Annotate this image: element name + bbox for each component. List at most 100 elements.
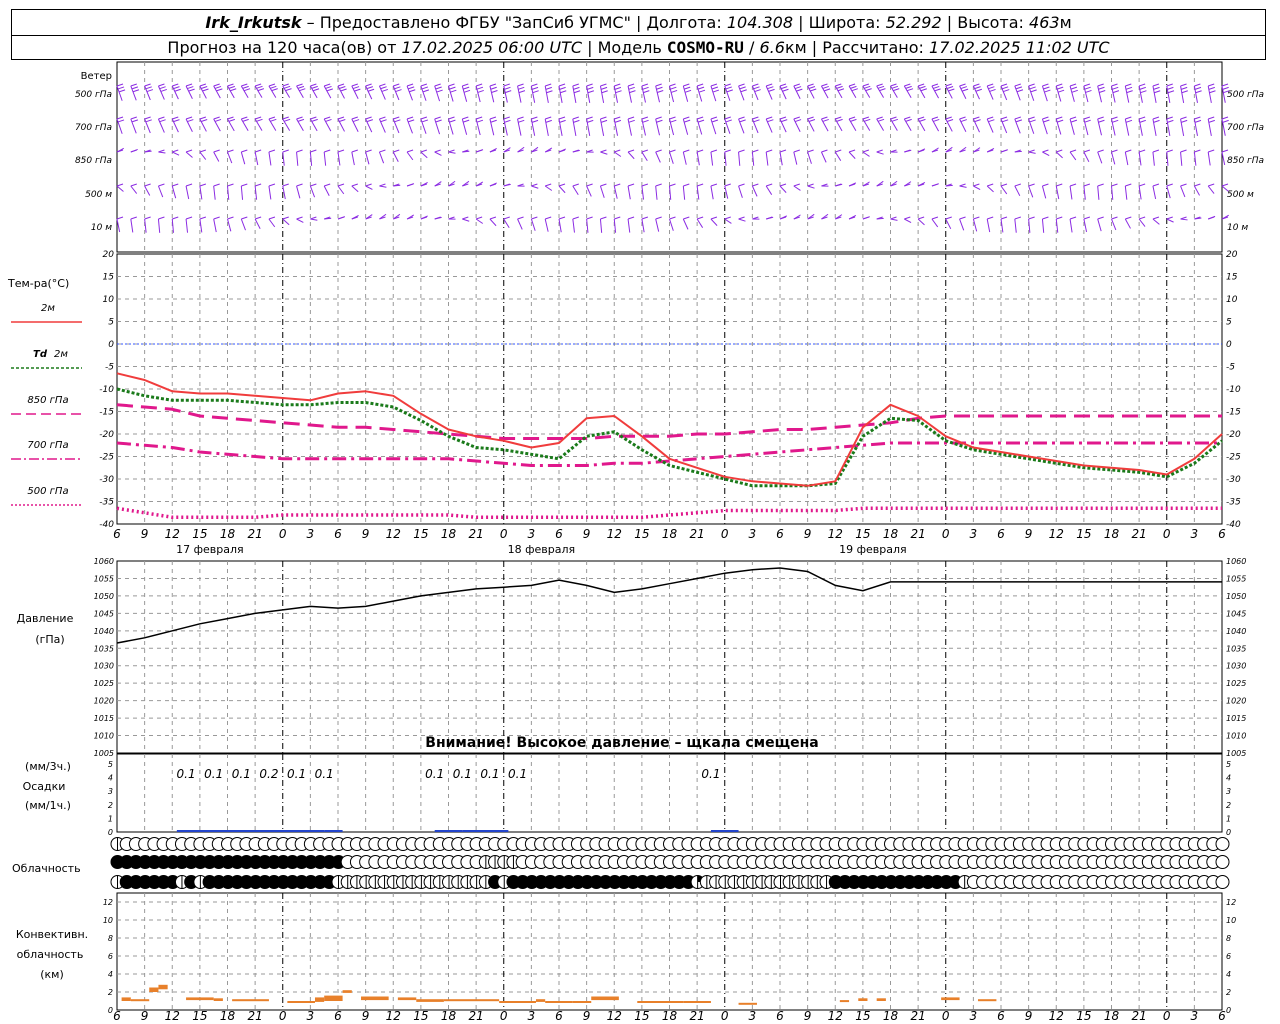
- precip-title: Осадки: [23, 780, 66, 793]
- wind-barb: [724, 151, 727, 166]
- wind-barb-flag: [185, 149, 193, 153]
- temperature-title: Тем-ра(°C): [7, 277, 69, 290]
- x-tick-label: 21: [468, 1009, 483, 1023]
- wind-barb-flag: [254, 183, 262, 187]
- wind-barb-flag: [600, 86, 608, 90]
- wind-barb-flag: [268, 83, 276, 87]
- wind-barb-flag: [1000, 183, 1008, 187]
- wind-barb-flag: [710, 83, 718, 87]
- wind-barb-flag: [1056, 149, 1063, 153]
- y-tick-label-left: 1045: [94, 609, 114, 618]
- wind-barb-flag: [793, 116, 800, 120]
- conv-cloud-bar: [121, 997, 131, 1001]
- wind-barb-flag: [282, 216, 289, 220]
- wind-barb-flag: [144, 216, 151, 220]
- wind-barb-flag: [503, 83, 510, 87]
- wind-barb-flag: [641, 149, 649, 153]
- y-tick-label-right: -10: [1226, 385, 1241, 395]
- wind-barb-flag: [1069, 149, 1077, 153]
- wind-barb-flag: [629, 90, 636, 94]
- pressure-unit: (гПа): [35, 633, 64, 646]
- wind-barb-flag: [1069, 183, 1077, 187]
- wind-barb-flag: [865, 88, 872, 92]
- conv-cloud-bar: [314, 997, 325, 1002]
- conv-cloud-bar: [683, 1001, 711, 1003]
- wind-barb-flag: [890, 83, 897, 87]
- wind-barb-flag: [864, 118, 871, 122]
- wind-barb: [240, 185, 244, 200]
- wind-barb-flag: [1028, 83, 1035, 87]
- wind-barb: [503, 218, 510, 229]
- wind-barb: [1152, 151, 1155, 166]
- wind-barb-flag: [822, 118, 829, 122]
- x-tick-label: 6: [776, 527, 784, 541]
- wind-barb-flag: [572, 83, 579, 87]
- wind-barb-flag: [655, 216, 662, 220]
- x-tick-label: 18: [662, 527, 678, 541]
- y-tick-label-left: 1055: [94, 574, 114, 583]
- x-tick-label: 0: [1163, 527, 1171, 541]
- wind-barb-flag: [531, 183, 538, 187]
- wind-barb-flag: [1194, 149, 1201, 153]
- wind-barb-flag: [407, 86, 415, 90]
- wind-barb: [669, 218, 674, 231]
- wind-barb-flag: [573, 90, 581, 94]
- wind-barb: [586, 185, 592, 197]
- precip-bar: [462, 830, 509, 832]
- wind-barb-flag: [933, 118, 940, 122]
- y-tick-label-left: -20: [99, 430, 114, 440]
- wind-barb-flag: [1015, 86, 1023, 90]
- wind-barb: [1069, 185, 1073, 200]
- wind-barb-flag: [586, 216, 593, 220]
- wind-barb-flag: [311, 85, 318, 89]
- x-tick-label: 18: [220, 1009, 236, 1023]
- wind-barb: [1069, 151, 1077, 161]
- wind-barb-flag: [876, 83, 883, 87]
- wind-barb-flag: [130, 83, 137, 87]
- wind-barb-flag: [517, 116, 524, 120]
- wind-barb-flag: [959, 116, 966, 120]
- wind-barb-flag: [600, 183, 607, 187]
- wind-barb-flag: [1125, 83, 1132, 87]
- wind-barb-flag: [490, 86, 497, 90]
- wind-barb-flag: [531, 83, 538, 87]
- conv-title-2: облачность: [17, 948, 84, 961]
- wind-barb: [296, 218, 304, 223]
- x-tick-label: 9: [141, 527, 149, 541]
- wind-barb: [157, 185, 164, 198]
- wind-barb-flag: [463, 89, 471, 93]
- wind-barb-flag: [324, 83, 331, 87]
- wind-barb-flag: [517, 216, 524, 220]
- wind-barb: [282, 218, 290, 226]
- wind-barb-flag: [503, 116, 510, 120]
- conv-cloud-bar: [324, 995, 343, 1001]
- wind-barb: [378, 151, 385, 164]
- wind-barb-flag: [1221, 83, 1229, 87]
- wind-barb-flag: [199, 216, 207, 220]
- x-tick-label: 21: [689, 527, 704, 541]
- wind-barb-flag: [367, 88, 375, 92]
- wind-barb-flag: [1221, 116, 1229, 120]
- precip-y-tick-left: 5: [108, 760, 113, 769]
- wind-barb: [517, 218, 523, 230]
- wind-barb: [268, 151, 272, 166]
- wind-barb-flag: [297, 85, 305, 89]
- wind-barb-flag: [420, 116, 428, 120]
- wind-barb-flag: [407, 119, 415, 123]
- wind-barb-flag: [919, 118, 926, 122]
- cloud-label: Облачность: [12, 862, 81, 875]
- wind-barb-flag: [145, 86, 152, 90]
- wind-barb-flag: [1153, 86, 1160, 90]
- wind-barb-flag: [1083, 216, 1091, 220]
- y-tick-label-left: 10: [103, 295, 115, 305]
- wind-barb-flag: [132, 89, 140, 93]
- wind-barb: [240, 218, 246, 231]
- wind-barb-flag: [1083, 149, 1091, 153]
- wind-barb-flag: [1152, 183, 1160, 187]
- wind-barb-flag: [1098, 119, 1105, 123]
- wind-barb-flag: [781, 86, 788, 90]
- wind-barb-flag: [310, 149, 317, 153]
- wind-barb-flag: [558, 83, 566, 87]
- x-tick-label: 12: [386, 527, 401, 541]
- wind-barb-flag: [1125, 216, 1132, 220]
